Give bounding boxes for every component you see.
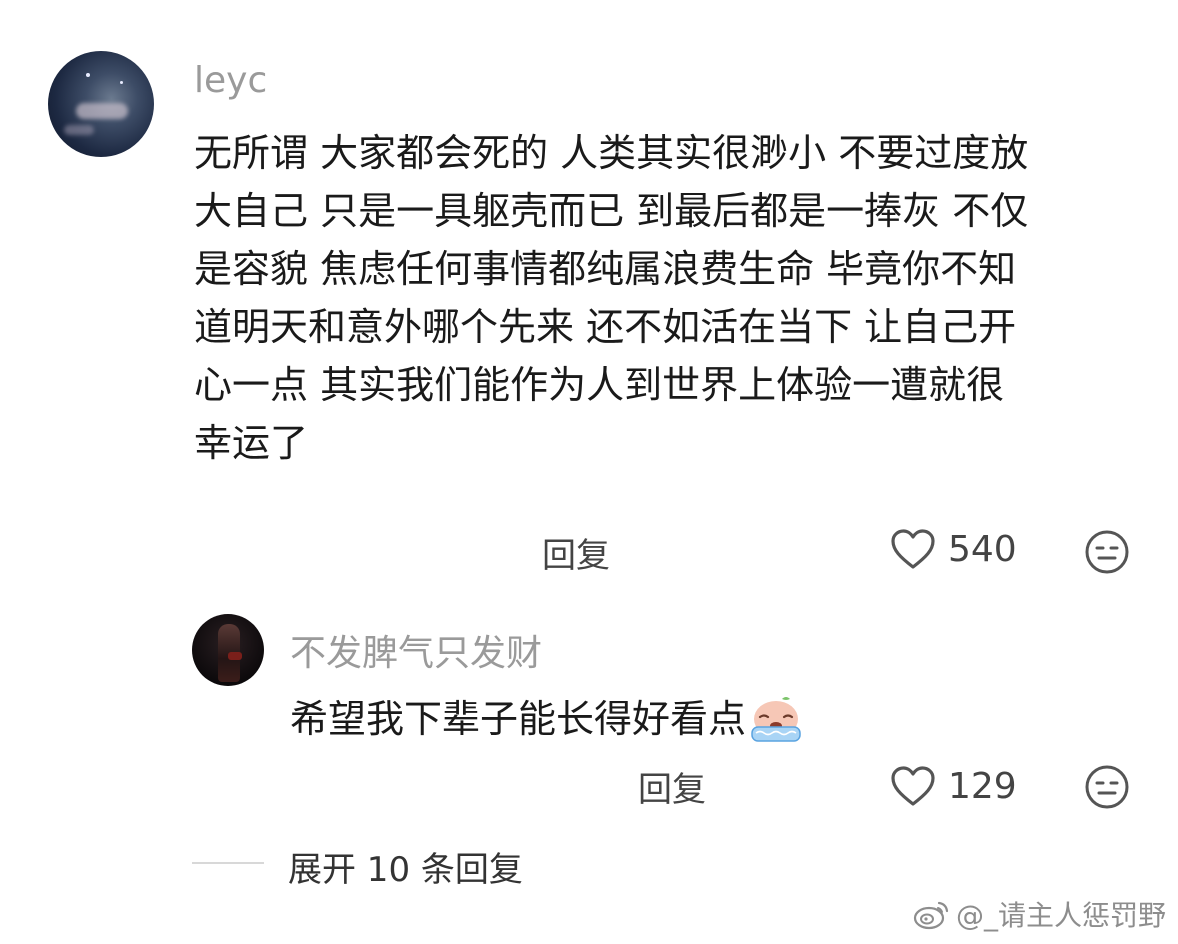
reply-text: 希望我下辈子能长得好看点 [290,697,747,741]
like-count: 129 [948,765,1017,807]
reply-text-row: 希望我下辈子能长得好看点 [290,690,804,748]
portrait-accent [228,652,242,660]
expand-replies-button[interactable]: 展开 10 条回复 [288,842,523,891]
like-button[interactable]: 540 [890,528,1017,570]
weibo-icon [913,901,949,930]
reply-button[interactable]: 回复 [638,762,706,811]
comment-line: 幸运了 [194,421,309,465]
dislike-face-icon[interactable] [1084,764,1130,810]
reply-username[interactable]: 不发脾气只发财 [290,624,542,676]
comment-username[interactable]: leyc [194,60,267,101]
comment-thread: leyc 无所谓 大家都会死的 人类其实很渺小 不要过度放 大自己 只是一具躯壳… [0,0,1178,944]
crying-emoji-icon [751,696,801,742]
expand-divider [192,862,264,864]
reply-button[interactable]: 回复 [542,528,610,577]
like-count: 540 [948,528,1017,570]
user-avatar-reply[interactable] [192,614,264,686]
user-avatar-leyc[interactable] [48,51,154,157]
comment-line: 心一点 其实我们能作为人到世界上体验一遭就很 [194,363,1005,407]
star-dot [120,81,123,84]
watermark: @_请主人惩罚野 [912,894,1166,934]
comment-line: 无所谓 大家都会死的 人类其实很渺小 不要过度放 [194,131,1029,175]
cloud-shape [64,125,94,135]
comment-text: 无所谓 大家都会死的 人类其实很渺小 不要过度放 大自己 只是一具躯壳而已 到最… [194,124,1028,472]
comment-line: 大自己 只是一具躯壳而已 到最后都是一捧灰 不仅 [194,189,1029,233]
heart-icon [891,529,935,569]
comment-line: 是容貌 焦虑任何事情都纯属浪费生命 毕竟你不知 [194,247,1017,291]
cloud-shape [76,103,128,119]
heart-icon [891,766,935,806]
star-dot [86,73,90,77]
dislike-face-icon[interactable] [1084,529,1130,575]
comment-line: 道明天和意外哪个先来 还不如活在当下 让自己开 [194,305,1017,349]
like-button[interactable]: 129 [890,765,1017,807]
watermark-text: @_请主人惩罚野 [955,899,1166,932]
